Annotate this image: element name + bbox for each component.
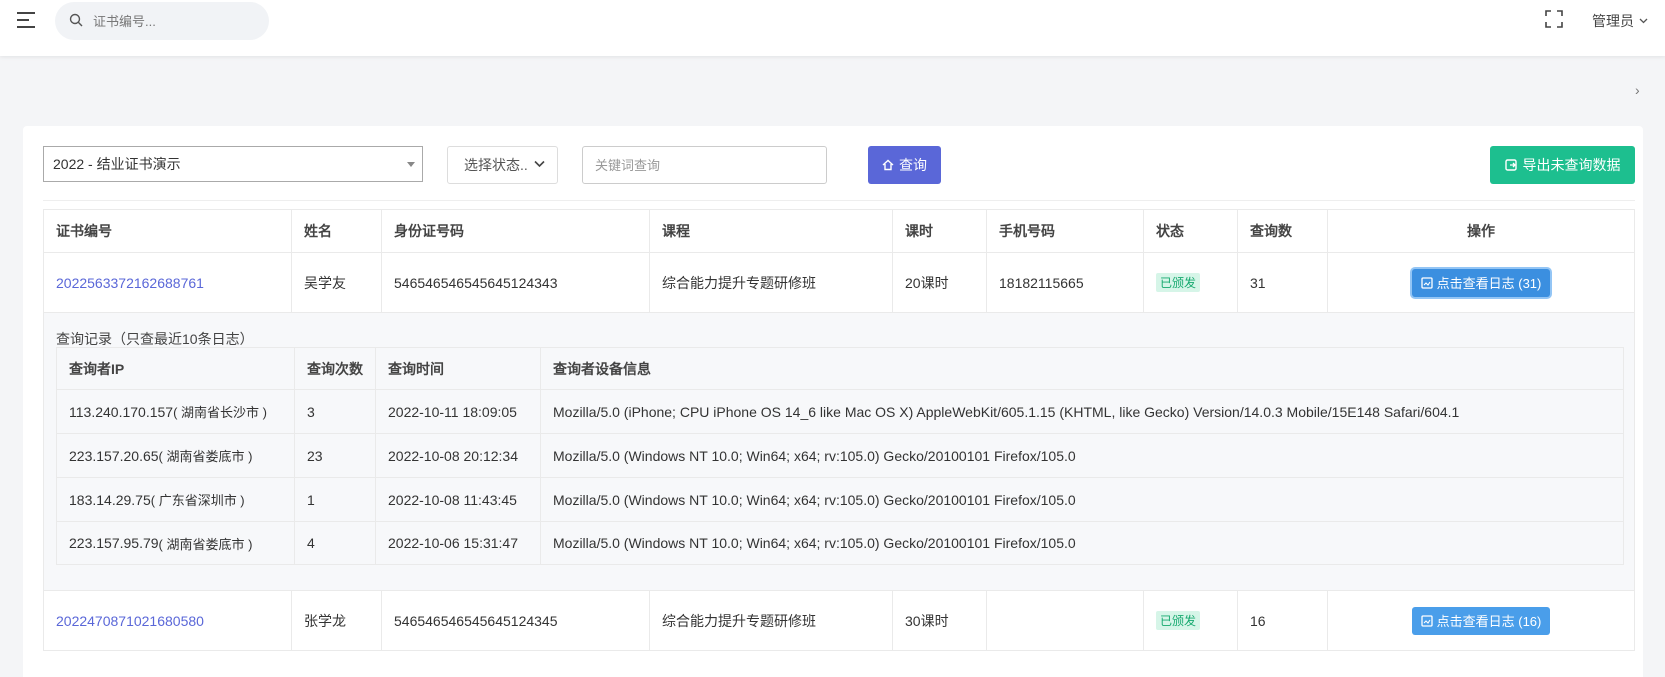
log-ip: 113.240.170.157	[69, 403, 174, 420]
query-button[interactable]: 查询	[868, 146, 941, 184]
hours-cell: 20课时	[893, 253, 987, 312]
id-number-cell: 546546546545645124343	[382, 253, 650, 312]
view-log-button[interactable]: 点击查看日志 (16)	[1411, 606, 1551, 635]
keyword-input[interactable]	[582, 146, 827, 184]
chevron-down-icon	[534, 160, 545, 168]
certificate-search-input[interactable]	[93, 2, 263, 40]
chevron-down-icon	[1639, 18, 1648, 24]
column-header: 状态	[1144, 210, 1238, 252]
status-badge: 已颁发	[1156, 273, 1201, 292]
log-row: 223.157.95.79( 湖南省娄底市 ) 4 2022-10-06 15:…	[57, 522, 1623, 564]
user-menu[interactable]: 管理员	[1592, 11, 1648, 31]
status-select-placeholder: 选择状态..	[464, 157, 528, 173]
certificate-search	[55, 2, 269, 40]
chevron-right-icon[interactable]: ›	[1635, 82, 1640, 98]
log-column-header: 查询次数	[295, 348, 376, 389]
log-ip: 183.14.29.75	[69, 491, 151, 508]
log-column-header: 查询者设备信息	[553, 360, 651, 377]
course-cell: 综合能力提升专题研修班	[650, 253, 893, 312]
log-row: 113.240.170.157( 湖南省长沙市 ) 3 2022-10-11 1…	[57, 390, 1623, 434]
home-search-icon	[882, 159, 894, 171]
caret-down-icon	[407, 162, 415, 167]
log-icon	[1420, 276, 1433, 289]
log-device: Mozilla/5.0 (Windows NT 10.0; Win64; x64…	[553, 535, 1076, 551]
query-log-title: 查询记录（只查最近10条日志）	[56, 331, 254, 347]
top-bar: 管理员	[0, 0, 1665, 56]
log-time: 2022-10-11 18:09:05	[376, 390, 541, 433]
certificate-number-link[interactable]: 2022563372162688761	[56, 275, 204, 291]
export-button-label: 导出未查询数据	[1522, 157, 1621, 173]
log-column-header: 查询时间	[376, 348, 541, 389]
course-cell: 综合能力提升专题研修班	[650, 591, 893, 650]
column-header: 姓名	[292, 210, 382, 252]
certificate-type-select[interactable]: 2022 - 结业证书演示	[43, 146, 423, 182]
column-header: 身份证号码	[382, 210, 650, 252]
phone-cell: 18182115665	[987, 253, 1144, 312]
column-header: 课程	[650, 210, 893, 252]
column-header: 证书编号	[44, 210, 292, 252]
status-select[interactable]: 选择状态..	[447, 146, 558, 184]
log-row: 183.14.29.75( 广东省深圳市 ) 1 2022-10-08 11:4…	[57, 478, 1623, 522]
log-device: Mozilla/5.0 (Windows NT 10.0; Win64; x64…	[553, 447, 1076, 464]
log-device: Mozilla/5.0 (Windows NT 10.0; Win64; x64…	[553, 491, 1076, 508]
view-log-label: 点击查看日志 (31)	[1436, 276, 1542, 291]
view-log-button[interactable]: 点击查看日志 (31)	[1411, 268, 1551, 297]
hours-cell: 30课时	[893, 591, 987, 650]
divider	[43, 200, 1635, 201]
export-icon	[1504, 159, 1517, 171]
log-location: ( 广东省深圳市 )	[150, 493, 245, 508]
user-name: 管理员	[1592, 13, 1634, 29]
query-count-cell: 31	[1238, 253, 1328, 312]
log-location: ( 湖南省娄底市 )	[158, 449, 253, 464]
fullscreen-icon[interactable]	[1545, 10, 1563, 28]
log-count: 4	[295, 522, 376, 564]
log-column-header: 查询者IP	[57, 348, 295, 389]
log-ip: 223.157.95.79	[69, 535, 159, 551]
query-log-panel: 查询记录（只查最近10条日志） 查询者IP 查询次数 查询时间 查询者设备信息 …	[43, 313, 1635, 591]
name-cell: 吴学友	[292, 253, 382, 312]
phone-cell	[987, 591, 1144, 650]
query-button-label: 查询	[899, 157, 927, 173]
column-header: 查询数	[1238, 210, 1328, 252]
query-log-table: 查询者IP 查询次数 查询时间 查询者设备信息 113.240.170.157(…	[56, 347, 1624, 565]
log-row: 223.157.20.65( 湖南省娄底市 ) 23 2022-10-08 20…	[57, 434, 1623, 478]
table-row: 2022563372162688761 吴学友 5465465465456451…	[43, 253, 1635, 313]
query-count-cell: 16	[1238, 591, 1328, 650]
column-header: 课时	[893, 210, 987, 252]
hamburger-menu-icon[interactable]	[17, 10, 37, 30]
log-icon	[1420, 614, 1433, 627]
content-card: 2022 - 结业证书演示 选择状态.. 查询 导出未查询数据 证书编号 姓名 …	[23, 126, 1643, 677]
column-header: 操作	[1467, 223, 1495, 239]
log-time: 2022-10-08 20:12:34	[376, 434, 541, 477]
log-time: 2022-10-06 15:31:47	[376, 522, 541, 564]
certificate-type-value: 2022 - 结业证书演示	[53, 156, 181, 172]
log-header-row: 查询者IP 查询次数 查询时间 查询者设备信息	[57, 348, 1623, 390]
log-count: 1	[295, 478, 376, 521]
log-location: ( 湖南省长沙市 )	[173, 405, 267, 420]
log-count: 3	[295, 390, 376, 433]
column-header: 手机号码	[987, 210, 1144, 252]
id-number-cell: 546546546545645124345	[382, 591, 650, 650]
log-ip: 223.157.20.65	[69, 447, 159, 464]
export-button[interactable]: 导出未查询数据	[1490, 146, 1635, 184]
log-device: Mozilla/5.0 (iPhone; CPU iPhone OS 14_6 …	[553, 403, 1460, 420]
name-cell: 张学龙	[292, 591, 382, 650]
status-badge: 已颁发	[1156, 611, 1201, 630]
log-time: 2022-10-08 11:43:45	[376, 478, 541, 521]
search-icon	[69, 13, 83, 27]
certificate-number-link[interactable]: 2022470871021680580	[56, 613, 204, 629]
log-location: ( 湖南省娄底市 )	[158, 536, 253, 552]
log-count: 23	[295, 434, 376, 477]
table-header-row: 证书编号 姓名 身份证号码 课程 课时 手机号码 状态 查询数 操作	[43, 209, 1635, 253]
table-row: 2022470871021680580 张学龙 5465465465456451…	[43, 591, 1635, 651]
view-log-label: 点击查看日志 (16)	[1436, 614, 1542, 629]
